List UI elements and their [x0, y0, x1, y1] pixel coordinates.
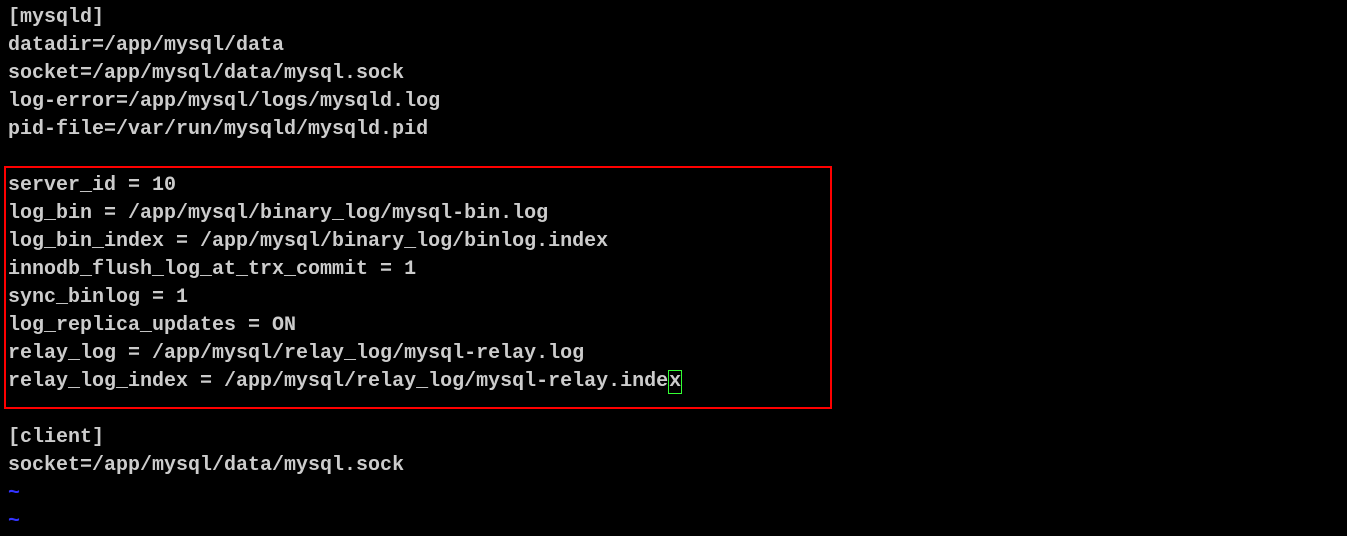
config-line: log_bin = /app/mysql/binary_log/mysql-bi…	[8, 200, 1339, 228]
cursor: x	[668, 370, 682, 394]
config-line: socket=/app/mysql/data/mysql.sock	[8, 452, 1339, 480]
config-line: server_id = 10	[8, 172, 1339, 200]
config-line: log-error=/app/mysql/logs/mysqld.log	[8, 88, 1339, 116]
config-line: datadir=/app/mysql/data	[8, 32, 1339, 60]
empty-line	[8, 396, 1339, 424]
config-line: relay_log = /app/mysql/relay_log/mysql-r…	[8, 340, 1339, 368]
config-line: log_bin_index = /app/mysql/binary_log/bi…	[8, 228, 1339, 256]
empty-line	[8, 144, 1339, 172]
config-line: socket=/app/mysql/data/mysql.sock	[8, 60, 1339, 88]
terminal-editor[interactable]: [mysqld] datadir=/app/mysql/data socket=…	[8, 4, 1339, 536]
config-line: innodb_flush_log_at_trx_commit = 1	[8, 256, 1339, 284]
config-line: pid-file=/var/run/mysqld/mysqld.pid	[8, 116, 1339, 144]
config-line: sync_binlog = 1	[8, 284, 1339, 312]
config-line: [mysqld]	[8, 4, 1339, 32]
config-line-with-cursor: relay_log_index = /app/mysql/relay_log/m…	[8, 368, 1339, 396]
config-line: [client]	[8, 424, 1339, 452]
vim-tilde: ~	[8, 508, 1339, 536]
config-line: log_replica_updates = ON	[8, 312, 1339, 340]
vim-tilde: ~	[8, 480, 1339, 508]
text-before-cursor: relay_log_index = /app/mysql/relay_log/m…	[8, 370, 668, 393]
